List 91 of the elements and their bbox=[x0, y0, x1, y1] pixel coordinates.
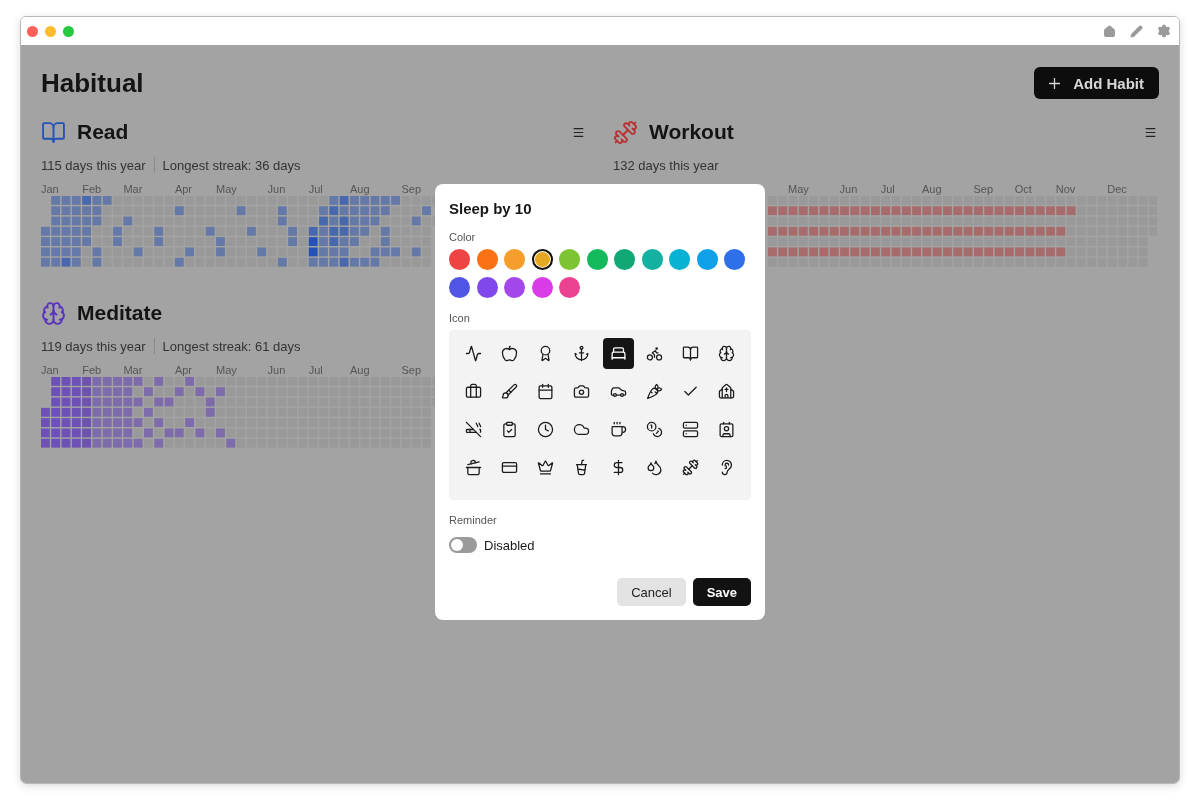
clipboard-icon bbox=[500, 420, 518, 438]
color-swatch[interactable] bbox=[559, 249, 580, 270]
month-label: Aug bbox=[921, 183, 942, 195]
month-label: May bbox=[216, 183, 237, 195]
pulse-icon bbox=[464, 344, 482, 362]
dumbbell-icon bbox=[682, 458, 700, 476]
habit-stat: 115 days this year bbox=[41, 157, 146, 173]
menu-icon[interactable] bbox=[1144, 125, 1157, 139]
coffee-icon bbox=[609, 420, 627, 438]
habit-stat: Longest streak: 36 days bbox=[162, 157, 301, 173]
month-label: May bbox=[216, 364, 237, 376]
month-label: May bbox=[788, 183, 809, 195]
month-label: Jun bbox=[267, 183, 286, 195]
month-label: Apr bbox=[174, 183, 192, 195]
home-icon[interactable] bbox=[1103, 24, 1116, 38]
month-label: Mar bbox=[123, 183, 143, 195]
server-icon bbox=[682, 420, 700, 438]
color-swatch[interactable] bbox=[531, 249, 553, 270]
color-swatch[interactable] bbox=[449, 277, 470, 298]
color-swatch[interactable] bbox=[614, 249, 635, 270]
habit-stat: Longest streak: 61 days bbox=[162, 338, 301, 354]
camera-icon bbox=[573, 382, 591, 400]
month-label: Sep bbox=[401, 364, 421, 376]
color-swatch[interactable] bbox=[669, 249, 690, 270]
brush-icon bbox=[500, 382, 518, 400]
icon-option[interactable] bbox=[602, 337, 634, 369]
month-label: Jul bbox=[308, 183, 323, 195]
crown-icon bbox=[537, 458, 555, 476]
month-label: Jan bbox=[41, 364, 59, 376]
briefcase-icon bbox=[464, 382, 482, 400]
settings-icon[interactable] bbox=[1157, 24, 1171, 38]
month-label: Aug bbox=[349, 183, 370, 195]
month-label: Sep bbox=[401, 183, 421, 195]
close-button[interactable] bbox=[27, 25, 38, 37]
month-label: Jul bbox=[308, 364, 323, 376]
icon-label: Icon bbox=[449, 312, 471, 324]
contact-icon bbox=[718, 420, 736, 438]
color-swatch[interactable] bbox=[559, 277, 580, 298]
color-swatch[interactable] bbox=[504, 277, 525, 298]
anchor-icon bbox=[573, 344, 591, 362]
reminder-toggle[interactable] bbox=[449, 537, 477, 553]
habit-name: Read bbox=[77, 120, 129, 144]
calendar-icon bbox=[537, 382, 555, 400]
month-label: Jul bbox=[880, 183, 895, 195]
month-label: Feb bbox=[82, 364, 102, 376]
color-swatch[interactable] bbox=[504, 249, 525, 270]
color-swatch[interactable] bbox=[724, 249, 745, 270]
bicycle-icon bbox=[645, 344, 663, 362]
month-label: Nov bbox=[1055, 183, 1076, 195]
month-label: Feb bbox=[82, 183, 102, 195]
month-label: Sep bbox=[973, 183, 993, 195]
app-title: Habitual bbox=[41, 67, 144, 99]
month-label: Oct bbox=[1014, 183, 1032, 195]
month-label: Jun bbox=[267, 364, 286, 376]
clock-icon bbox=[537, 420, 555, 438]
menu-icon[interactable] bbox=[572, 125, 585, 139]
color-swatch[interactable] bbox=[586, 249, 608, 270]
month-label: Apr bbox=[174, 364, 192, 376]
habit-stat: 132 days this year bbox=[613, 157, 719, 173]
habit-name: Meditate bbox=[77, 301, 163, 325]
droplets-icon bbox=[645, 458, 663, 476]
coins-icon bbox=[645, 420, 663, 438]
color-label: Color bbox=[449, 231, 477, 243]
color-swatch[interactable] bbox=[696, 249, 718, 270]
color-swatch[interactable] bbox=[641, 249, 663, 270]
no-smoking-icon bbox=[464, 420, 482, 438]
color-swatch[interactable] bbox=[476, 277, 498, 298]
reminder-label: Reminder bbox=[449, 514, 498, 526]
apple-icon bbox=[500, 344, 518, 362]
save-button[interactable]: Save bbox=[692, 578, 751, 606]
habit-stat: 119 days this year bbox=[41, 338, 146, 354]
reminder-status: Disabled bbox=[484, 537, 535, 553]
church-icon bbox=[718, 382, 736, 400]
pencil-icon[interactable] bbox=[1130, 24, 1143, 38]
cancel-button[interactable]: Cancel bbox=[617, 578, 686, 606]
carrot-icon bbox=[645, 382, 663, 400]
month-label: Jun bbox=[839, 183, 858, 195]
brain-icon bbox=[718, 344, 736, 362]
color-swatch[interactable] bbox=[476, 249, 498, 270]
color-swatch[interactable] bbox=[531, 277, 553, 298]
bed-icon bbox=[609, 344, 627, 362]
month-label: Dec bbox=[1107, 183, 1127, 195]
pot-icon bbox=[464, 458, 482, 476]
month-label: Mar bbox=[123, 364, 143, 376]
month-label: Aug bbox=[349, 364, 370, 376]
add-habit-button[interactable]: Add Habit bbox=[1034, 67, 1159, 99]
month-label: Jan bbox=[41, 183, 59, 195]
book-icon bbox=[682, 344, 700, 362]
dialog-title: Sleep by 10 bbox=[449, 200, 533, 217]
habit-name: Workout bbox=[649, 120, 734, 144]
color-swatch[interactable] bbox=[449, 249, 470, 270]
